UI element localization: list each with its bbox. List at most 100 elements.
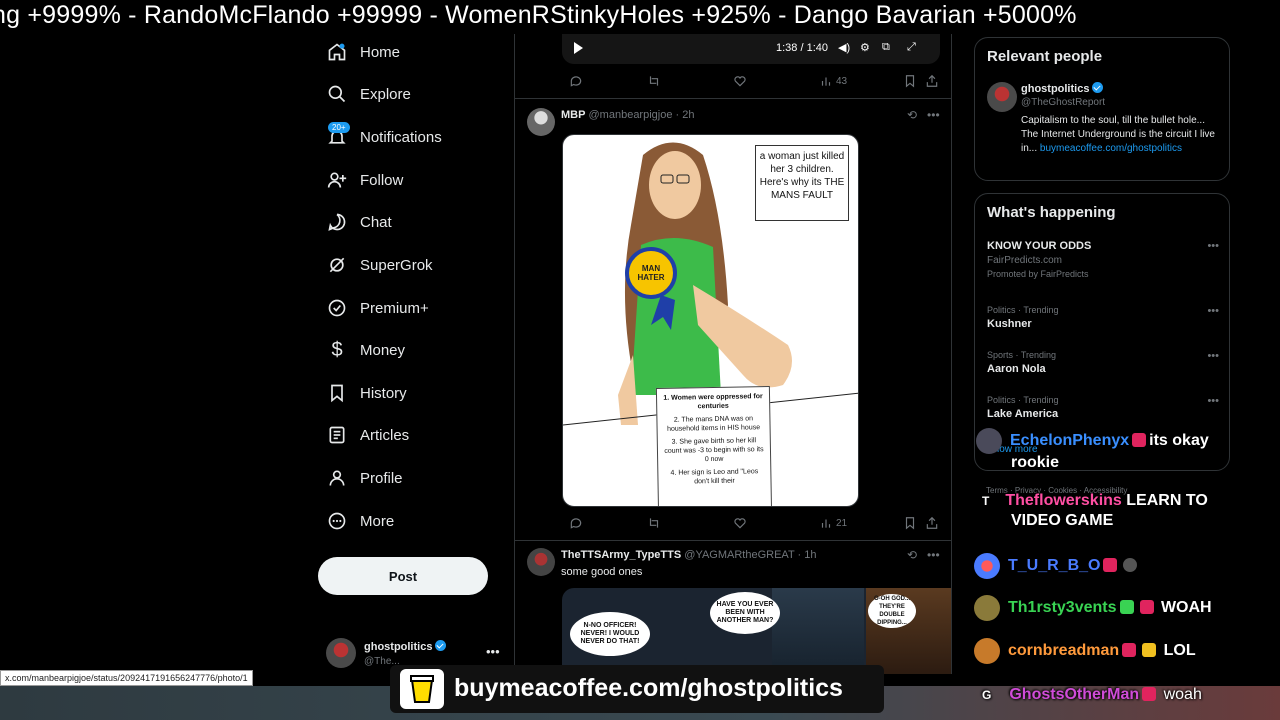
premium-icon bbox=[326, 297, 348, 319]
bookmark-icon bbox=[326, 382, 348, 404]
settings-icon[interactable]: ⚙ bbox=[860, 41, 872, 54]
tweet-tools[interactable]: ⟲ ••• bbox=[907, 548, 940, 562]
avatar[interactable] bbox=[527, 108, 555, 136]
reply-icon[interactable] bbox=[569, 516, 583, 530]
trend-item[interactable]: KNOW YOUR ODDS FairPredicts.com Promoted… bbox=[987, 240, 1223, 279]
trend-promo: Promoted by FairPredicts bbox=[987, 269, 1089, 279]
video-player-controls[interactable]: 1:38 / 1:40 ◀) ⚙ ⧉ ⤢ bbox=[562, 34, 940, 64]
chat-avatar bbox=[976, 428, 1002, 454]
chat-username: EchelonPhenyx bbox=[1010, 432, 1130, 450]
like-icon[interactable] bbox=[733, 516, 747, 530]
chat-message: T Theflowerskins LEARN TO VIDEO GAME bbox=[982, 492, 1208, 530]
trend-item[interactable]: Politics · Trending Kushner ••• bbox=[987, 305, 1223, 330]
more-dots-icon[interactable]: ••• bbox=[1207, 305, 1219, 317]
nav-label: Profile bbox=[360, 469, 403, 487]
chat-badge-icon bbox=[1132, 433, 1147, 448]
views-icon[interactable]: 21 bbox=[819, 516, 847, 530]
nav-label: Follow bbox=[360, 171, 404, 189]
volume-icon[interactable]: ◀) bbox=[838, 41, 850, 54]
speech-bubble: N-NO OFFICER! NEVER! I WOULD NEVER DO TH… bbox=[570, 612, 650, 656]
profile-icon bbox=[326, 467, 348, 489]
tweet-tools[interactable]: ⟲ ••• bbox=[907, 108, 940, 122]
nav-label: Explore bbox=[360, 85, 411, 103]
speech-bubble: O-OH GOD... THEY'RE DOUBLE DIPPING... bbox=[868, 594, 916, 628]
nav-item-supergrok[interactable]: SuperGrok bbox=[326, 247, 433, 283]
bookmark-icon[interactable] bbox=[903, 74, 917, 88]
more-dots-icon[interactable]: ••• bbox=[1207, 240, 1219, 252]
tweet-actions: 21 bbox=[563, 516, 941, 534]
trend-item[interactable]: Politics · Trending Lake America ••• bbox=[987, 395, 1223, 420]
chat-text: rookie bbox=[1011, 454, 1060, 471]
nav-item-articles[interactable]: Articles bbox=[326, 417, 409, 453]
nav-label: Articles bbox=[360, 426, 410, 444]
nav-item-explore[interactable]: Explore bbox=[326, 76, 411, 112]
nav-item-history[interactable]: History bbox=[326, 375, 407, 411]
post-button[interactable]: Post bbox=[318, 557, 488, 595]
bookmark-icon[interactable] bbox=[903, 516, 917, 530]
nav-label: Notifications bbox=[360, 128, 442, 146]
chat-badge-icon bbox=[1119, 600, 1134, 615]
status-bar-url: x.com/manbearpigjoe/status/2092417191656… bbox=[0, 670, 253, 686]
paper-list: 1. Women were oppressed for centuries 2.… bbox=[655, 386, 773, 506]
nav-label: SuperGrok bbox=[360, 256, 433, 274]
chat-badge-icon bbox=[1142, 643, 1157, 658]
tweet-text: some good ones bbox=[561, 566, 643, 578]
pip-icon[interactable]: ⧉ bbox=[882, 41, 894, 53]
tweet-header[interactable]: TheTTSArmy_TypeTTS @YAGMARtheGREAT · 1h bbox=[561, 549, 817, 561]
tweet-time: · 1h bbox=[797, 549, 817, 561]
fullscreen-icon[interactable]: ⤢ bbox=[907, 41, 919, 53]
more-dots-icon[interactable]: ••• bbox=[486, 644, 500, 659]
more-dots-icon[interactable]: ••• bbox=[1207, 350, 1219, 362]
trend-title: KNOW YOUR ODDS bbox=[987, 240, 1092, 252]
chat-username: Theflowerskins bbox=[1005, 492, 1122, 509]
more-icon bbox=[326, 510, 348, 532]
chat-text: its okay bbox=[1149, 432, 1209, 450]
like-icon[interactable] bbox=[733, 74, 747, 88]
share-icon[interactable] bbox=[925, 74, 939, 88]
chat-text: VIDEO GAME bbox=[1011, 512, 1114, 529]
nav-item-home[interactable]: Home bbox=[326, 34, 400, 70]
trend-sub: FairPredicts.com bbox=[987, 255, 1063, 266]
chat-badge-icon bbox=[1122, 643, 1137, 658]
verified-icon bbox=[1092, 82, 1104, 93]
chat-message: cornbreadman LOL bbox=[974, 638, 1196, 664]
chat-icon bbox=[326, 211, 348, 233]
avatar[interactable] bbox=[527, 548, 555, 576]
nav-item-follow[interactable]: Follow bbox=[326, 162, 403, 198]
reply-icon[interactable] bbox=[569, 74, 583, 88]
chat-text: woah bbox=[1163, 686, 1202, 703]
trend-title: Kushner bbox=[987, 318, 1032, 330]
tweet-header[interactable]: MBP @manbearpigjoe · 2h bbox=[561, 109, 695, 121]
paper-item-3: 3. She gave birth so her kill count was … bbox=[664, 437, 764, 464]
views-icon[interactable]: 43 bbox=[819, 74, 847, 88]
more-dots-icon[interactable]: ••• bbox=[1207, 395, 1219, 407]
play-icon[interactable] bbox=[574, 42, 583, 54]
author-name: MBP bbox=[561, 109, 586, 121]
chat-avatar bbox=[974, 553, 1000, 579]
repost-icon[interactable] bbox=[647, 516, 661, 530]
avatar[interactable] bbox=[987, 82, 1017, 112]
chat-text: LEARN TO bbox=[1126, 492, 1208, 509]
nav-item-more[interactable]: More bbox=[326, 503, 394, 539]
nav-label: Home bbox=[360, 43, 401, 61]
nav-item-money[interactable]: $ Money bbox=[326, 332, 405, 368]
chat-message: T_U_R_B_O bbox=[974, 553, 1140, 579]
nav-item-notifications[interactable]: 20+ Notifications bbox=[326, 119, 442, 155]
coffee-cup-icon bbox=[400, 669, 444, 709]
tweet-image[interactable]: N-NO OFFICER! NEVER! I WOULD NEVER DO TH… bbox=[562, 588, 951, 674]
paper-item-1: 1. Women were oppressed for centuries bbox=[663, 393, 763, 411]
views-count: 21 bbox=[836, 517, 848, 529]
trend-meta: Politics · Trending bbox=[987, 395, 1059, 405]
chat-text: WOAH bbox=[1160, 599, 1212, 617]
bio-link[interactable]: buymeacoffee.com/ghostpolitics bbox=[1040, 143, 1182, 154]
repost-icon[interactable] bbox=[647, 74, 661, 88]
tweet-image[interactable]: MAN HATER a woman just killed her 3 chil… bbox=[562, 134, 859, 507]
person-name[interactable]: ghostpolitics bbox=[1021, 82, 1104, 95]
nav-item-profile[interactable]: Profile bbox=[326, 460, 403, 496]
divider bbox=[515, 98, 951, 99]
nav-item-premium[interactable]: Premium+ bbox=[326, 290, 429, 326]
trend-item[interactable]: Sports · Trending Aaron Nola ••• bbox=[987, 350, 1223, 375]
share-icon[interactable] bbox=[925, 516, 939, 530]
nav-item-chat[interactable]: Chat bbox=[326, 204, 392, 240]
trend-meta: Politics · Trending bbox=[987, 305, 1059, 315]
